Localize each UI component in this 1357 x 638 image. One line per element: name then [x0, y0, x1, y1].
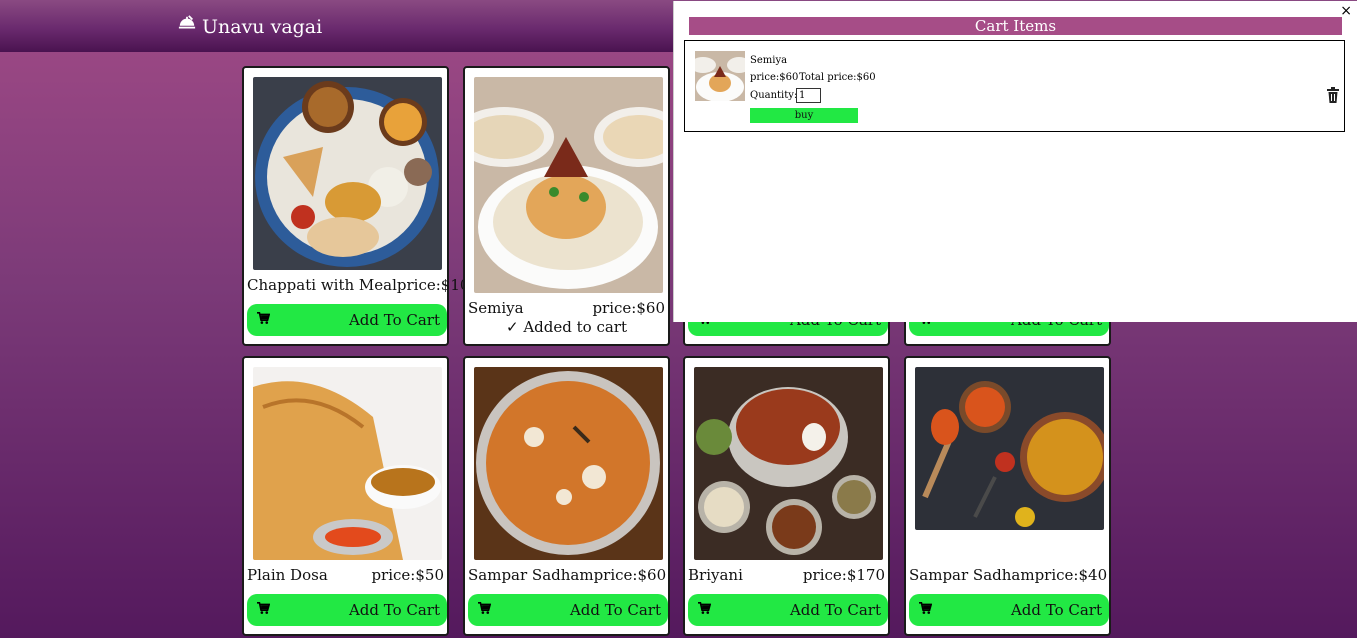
trash-icon[interactable]: [1326, 87, 1340, 103]
product-card: Sampar Sadham price:$40 Add To Cart: [904, 356, 1111, 636]
add-to-cart-button[interactable]: Add To Cart: [247, 594, 447, 626]
buy-button[interactable]: buy: [750, 108, 858, 123]
add-to-cart-label: Add To Cart: [348, 601, 440, 619]
add-to-cart-button[interactable]: Add To Cart: [909, 594, 1109, 626]
product-price: price:$60: [592, 299, 665, 317]
add-to-cart-button[interactable]: Add To Cart: [247, 304, 447, 336]
product-name: Chappati with Meal: [247, 276, 397, 294]
cart-icon: [919, 601, 933, 619]
cart-item: Semiya price:$60 Total price:$60 Quantit…: [684, 40, 1345, 132]
cart-item-image: [695, 51, 745, 101]
add-to-cart-label: Add To Cart: [1010, 601, 1102, 619]
product-image: [253, 77, 442, 270]
cart-icon: [698, 601, 712, 619]
food-delivery-icon: [178, 15, 196, 38]
add-to-cart-label: Add To Cart: [569, 601, 661, 619]
cart-item-name: Semiya: [750, 55, 788, 66]
product-info: Sampar Sadham price:$60: [468, 566, 667, 584]
product-image: [915, 367, 1104, 530]
product-info: Plain Dosa price:$50: [247, 566, 444, 584]
product-name: Plain Dosa: [247, 566, 328, 584]
quantity-label: Quantity:: [750, 90, 798, 101]
add-to-cart-button[interactable]: Add To Cart: [688, 594, 888, 626]
product-name: Sampar Sadham: [909, 566, 1035, 584]
add-to-cart-label: Add To Cart: [348, 311, 440, 329]
added-to-cart-status: ✓ Added to cart: [505, 318, 627, 336]
cart-item-price: price:$60: [750, 72, 799, 83]
product-card: Sampar Sadham price:$60 Add To Cart: [463, 356, 670, 636]
product-name: Sampar Sadham: [468, 566, 594, 584]
product-image: [694, 367, 883, 560]
product-price: price:$40: [1034, 566, 1108, 584]
product-info: Sampar Sadham price:$40: [909, 566, 1108, 584]
quantity-input[interactable]: [796, 88, 821, 103]
app-title: Unavu vagai: [202, 15, 323, 38]
cart-title: Cart Items: [689, 17, 1342, 35]
add-to-cart-button[interactable]: Add To Cart: [468, 594, 668, 626]
product-info: Briyani price:$170: [688, 566, 885, 584]
check-icon: ✓: [505, 318, 519, 336]
cart-panel: × Cart Items Semiya price:$60 Total pric…: [673, 1, 1357, 322]
product-card: Plain Dosa price:$50 Add To Cart: [242, 356, 449, 636]
cart-item-total: Total price:$60: [799, 72, 876, 83]
add-to-cart-label: Add To Cart: [789, 601, 881, 619]
product-card: Chappati with Meal price:$100 Add To Car…: [242, 66, 479, 346]
cart-icon: [257, 601, 271, 619]
product-info: Chappati with Meal price:$100: [247, 276, 479, 294]
cart-icon: [257, 311, 271, 329]
product-name: Semiya: [468, 299, 524, 317]
product-price: price:$50: [371, 566, 444, 584]
product-image: [253, 367, 442, 560]
product-name: Briyani: [688, 566, 743, 584]
product-price: price:$170: [802, 566, 885, 584]
product-image: [474, 77, 663, 293]
product-card: Semiya price:$60 ✓ Added to cart: [463, 66, 670, 346]
product-card: Briyani price:$170 Add To Cart: [683, 356, 890, 636]
cart-icon: [478, 601, 492, 619]
close-icon[interactable]: ×: [1340, 3, 1352, 19]
brand[interactable]: Unavu vagai: [178, 15, 322, 38]
product-info: Semiya price:$60: [468, 299, 665, 317]
product-image: [474, 367, 663, 560]
product-price: price:$60: [593, 566, 667, 584]
